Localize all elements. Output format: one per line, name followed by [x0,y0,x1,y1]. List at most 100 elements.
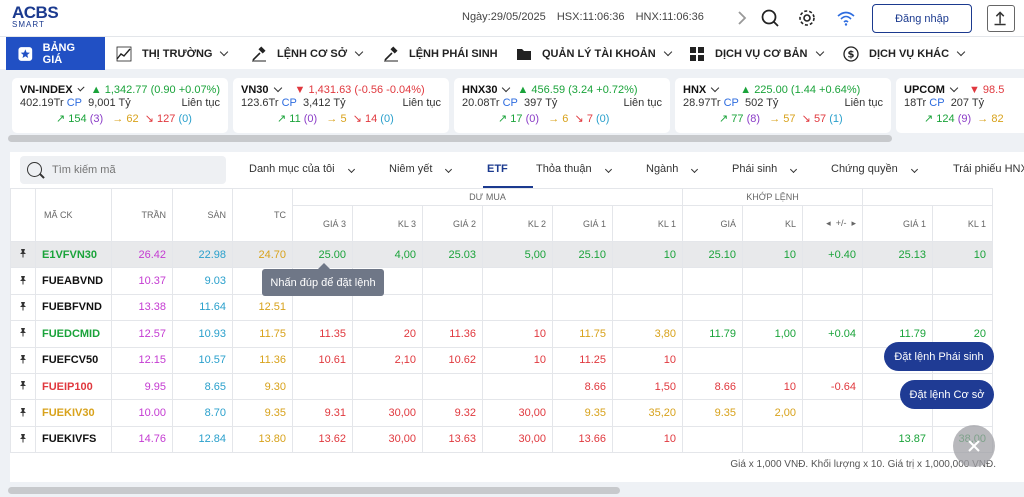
price-cell[interactable]: 12.15 [111,346,173,374]
tab-negotiated[interactable]: Thỏa thuận [536,163,612,175]
index-card-hnx[interactable]: HNX ▲ 225.00 (1.44 +0.64%) 28.97Tr CP 502… [675,78,891,133]
price-cell[interactable]: 30,00 [482,425,553,454]
pin-icon[interactable] [10,425,36,454]
price-cell[interactable] [292,293,353,322]
price-cell[interactable]: 1,00 [742,320,803,348]
header-bid-vol-3[interactable]: KL 3 [352,205,423,242]
header-ceiling[interactable]: TRẦN [111,188,173,242]
price-cell[interactable]: -0.64 [802,372,863,401]
derivative-order-button[interactable]: Đặt lệnh Phái sinh [884,342,994,371]
caret-right-icon[interactable]: ▸ [851,218,856,228]
price-cell[interactable]: 10.61 [292,346,353,374]
price-cell[interactable]: 9.32 [422,399,483,427]
price-cell[interactable]: 30,00 [352,425,423,454]
price-cell[interactable] [802,293,863,322]
price-cell[interactable] [422,293,483,322]
price-cell[interactable] [682,293,743,322]
price-cell[interactable]: 9.35 [682,399,743,427]
symbol-cell[interactable]: FUEABVND [35,267,112,295]
nav-other-services[interactable]: $ DỊCH VỤ KHÁC [843,37,966,70]
tab-warrants[interactable]: Chứng quyền [831,163,918,175]
price-cell[interactable] [422,372,483,401]
header-bid-price-2[interactable]: GIÁ 2 [422,205,483,242]
price-cell[interactable] [862,267,933,295]
price-cell[interactable]: 9.03 [172,267,233,295]
gear-icon[interactable] [797,8,817,28]
table-row[interactable]: FUEKIVFS 14.76 12.84 13.80 13.62 30,00 13.63 30… [10,425,993,454]
base-order-button[interactable]: Đặt lệnh Cơ sở [900,380,994,409]
price-cell[interactable]: 25.10 [682,240,743,269]
price-cell[interactable]: 1,50 [612,372,683,401]
price-cell[interactable]: 10 [742,372,803,401]
price-cell[interactable] [742,267,803,295]
caret-left-icon[interactable]: ◂ [826,218,831,228]
index-card-upcom[interactable]: UPCOM ▼ 98.5 18Tr CP 207 Tỷ ↗ 124 (9) → 8… [896,78,1024,133]
price-cell[interactable]: 10 [612,346,683,374]
table-row[interactable]: FUEABVND 10.37 9.03 [10,267,993,295]
price-cell[interactable]: 9.35 [552,399,613,427]
price-cell[interactable]: 35,20 [612,399,683,427]
price-cell[interactable]: 13.80 [232,425,293,454]
price-cell[interactable]: 30,00 [352,399,423,427]
price-cell[interactable] [352,372,423,401]
pin-icon[interactable] [10,240,36,269]
close-icon[interactable] [953,425,995,467]
price-cell[interactable]: 11.75 [232,320,293,348]
price-cell[interactable]: 10.37 [111,267,173,295]
tab-derivatives[interactable]: Phái sinh [732,163,798,175]
tab-industry[interactable]: Ngành [646,163,699,175]
table-row[interactable]: E1VFVN30 26.42 22.98 24.70 25.00 4,00 25.03 5,0… [10,240,993,269]
price-cell[interactable]: 2,00 [742,399,803,427]
price-cell[interactable]: 11.75 [552,320,613,348]
symbol-cell[interactable]: FUEKIV30 [35,399,112,427]
price-cell[interactable]: 8.66 [552,372,613,401]
nav-account[interactable]: QUẢN LÝ TÀI KHOẢN [516,37,672,70]
header-ask-price-1[interactable]: GIÁ 1 [862,205,933,242]
price-cell[interactable] [482,293,553,322]
price-cell[interactable]: 5,00 [482,240,553,269]
price-cell[interactable] [742,346,803,374]
nav-price-board[interactable]: BẢNG GIÁ [6,37,105,70]
price-cell[interactable]: 11.79 [682,320,743,348]
price-cell[interactable] [612,293,683,322]
price-cell[interactable]: 9.35 [232,399,293,427]
pin-icon[interactable] [10,346,36,374]
header-bid-price-1[interactable]: GIÁ 1 [552,205,613,242]
symbol-cell[interactable]: FUEBFVND [35,293,112,322]
price-cell[interactable]: 25.10 [552,240,613,269]
price-cell[interactable] [482,372,553,401]
price-cell[interactable] [352,293,423,322]
price-cell[interactable]: 9.31 [292,399,353,427]
login-button[interactable]: Đăng nhập [872,4,972,33]
price-cell[interactable] [932,267,993,295]
price-cell[interactable]: +0.04 [802,320,863,348]
price-cell[interactable] [682,425,743,454]
header-floor[interactable]: SÀN [172,188,233,242]
tab-listed[interactable]: Niêm yết [389,163,453,175]
header-match-vol[interactable]: KL [742,205,803,242]
price-cell[interactable]: 25.13 [862,240,933,269]
symbol-cell[interactable]: FUEKIVFS [35,425,112,454]
price-cell[interactable]: 12.84 [172,425,233,454]
price-cell[interactable]: 11.36 [232,346,293,374]
acbs-logo[interactable]: ACBS SMART [12,3,72,33]
price-cell[interactable]: 24.70 [232,240,293,269]
header-match-price[interactable]: GIÁ [682,205,743,242]
login-arrow-icon[interactable] [987,5,1015,32]
table-row[interactable]: FUEBFVND 13.38 11.64 12.51 [10,293,993,322]
price-cell[interactable]: 13.63 [422,425,483,454]
header-change[interactable]: ◂ +/- ▸ [802,205,863,242]
tab-etf[interactable]: ETF [487,163,508,175]
pin-icon[interactable] [10,293,36,322]
price-cell[interactable]: 26.42 [111,240,173,269]
index-card-vnindex[interactable]: VN-INDEX ▲ 1,342.77 (0.90 +0.07%) 402.19T… [12,78,228,133]
price-cell[interactable]: 22.98 [172,240,233,269]
index-card-hnx30[interactable]: HNX30 ▲ 456.59 (3.24 +0.72%) 20.08Tr CP 3… [454,78,670,133]
price-cell[interactable]: 11.35 [292,320,353,348]
header-bid-vol-1[interactable]: KL 1 [612,205,683,242]
price-cell[interactable] [292,372,353,401]
price-cell[interactable]: 13.62 [292,425,353,454]
tab-hnx-bonds[interactable]: Trái phiếu HNX [953,163,1024,175]
header-bid-price-3[interactable]: GIÁ 3 [292,205,353,242]
price-cell[interactable]: 11.36 [422,320,483,348]
